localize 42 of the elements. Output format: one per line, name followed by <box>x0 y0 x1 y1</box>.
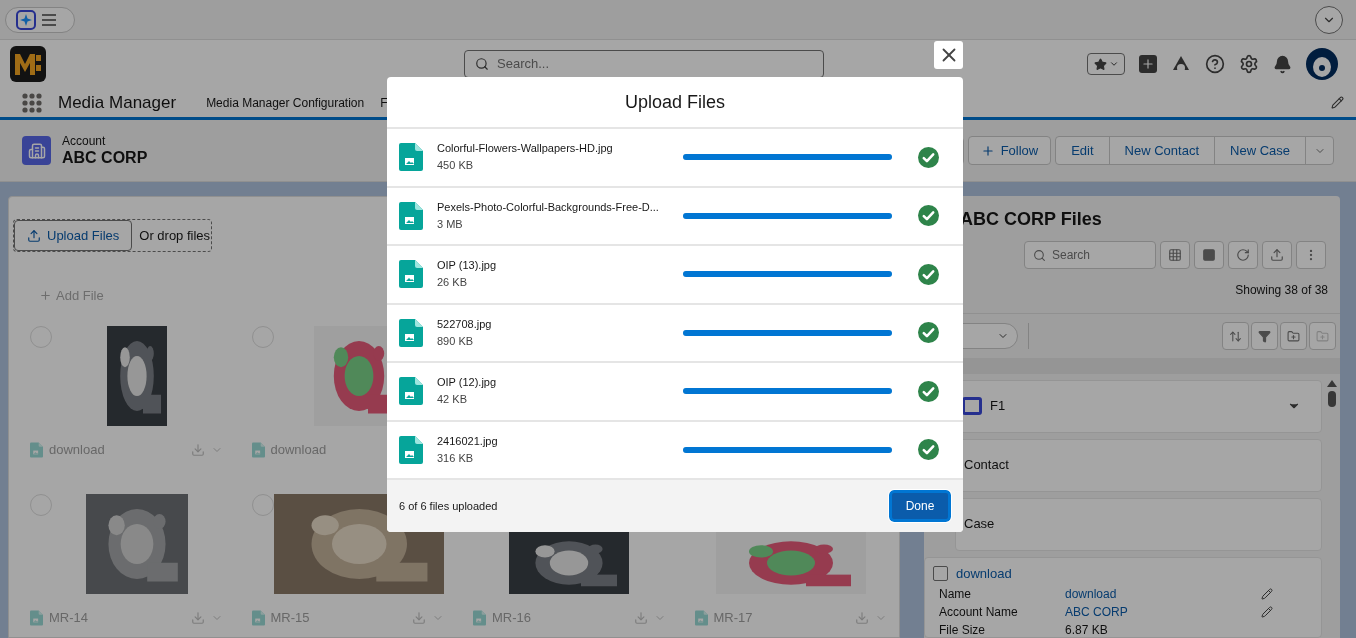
panel-title: ABC CORP Files <box>960 208 1103 231</box>
record-link[interactable]: download <box>956 563 1012 583</box>
action-button[interactable]: Edit <box>1056 137 1109 164</box>
folder-row[interactable]: Case <box>955 497 1322 551</box>
file-name[interactable]: MR-17 <box>713 609 753 626</box>
dialog-title: Upload Files <box>624 90 725 114</box>
file-name[interactable]: MR-15 <box>270 609 310 626</box>
search-field[interactable]: Search <box>1024 241 1156 269</box>
search-field[interactable]: Search... <box>464 50 824 78</box>
upload-files-button[interactable]: Upload Files <box>14 220 133 251</box>
file-count: Showing 38 of 38 <box>1235 282 1329 299</box>
file-size: 316 KB <box>437 450 475 466</box>
file-name: 522708.jpg <box>437 316 493 332</box>
upload-status: 6 of 6 files uploaded <box>399 498 498 514</box>
field-label: Name <box>939 587 972 601</box>
file-name: 2416021.jpg <box>437 433 499 449</box>
field-value: 6.87 KB <box>1065 623 1108 637</box>
action-button[interactable]: New Contact <box>1108 137 1215 164</box>
field-value[interactable]: ABC CORP <box>1065 605 1128 619</box>
file-size: 890 KB <box>437 333 475 349</box>
file-name: Colorful-Flowers-Wallpapers-HD.jpg <box>437 141 614 157</box>
file-name: OIP (12).jpg <box>437 375 498 391</box>
file-name: Pexels-Photo-Colorful-Backgrounds-Free-D... <box>437 199 660 215</box>
file-size: 42 KB <box>437 392 468 408</box>
file-size: 3 MB <box>437 216 464 232</box>
action-button[interactable]: New Case <box>1214 137 1305 164</box>
done-button[interactable]: Done <box>889 490 951 522</box>
field-label: Account Name <box>939 605 1019 619</box>
app-name: Media Manager <box>58 91 177 114</box>
field-label: File Size <box>939 623 986 637</box>
record-type: Account <box>62 133 107 148</box>
file-name[interactable]: download <box>270 441 327 458</box>
nav-tab[interactable]: Media Manager Configuration <box>206 93 365 112</box>
file-name[interactable]: download <box>49 441 105 458</box>
follow-button[interactable]: Follow <box>967 136 1052 165</box>
file-size: 26 KB <box>437 275 468 291</box>
drop-hint: Or drop files <box>139 226 211 245</box>
record-name: ABC CORP <box>62 147 148 168</box>
field-value[interactable]: download <box>1065 587 1117 601</box>
file-name: OIP (13).jpg <box>437 258 498 274</box>
nav-tab[interactable]: F <box>380 93 388 112</box>
file-size: 450 KB <box>437 158 475 174</box>
